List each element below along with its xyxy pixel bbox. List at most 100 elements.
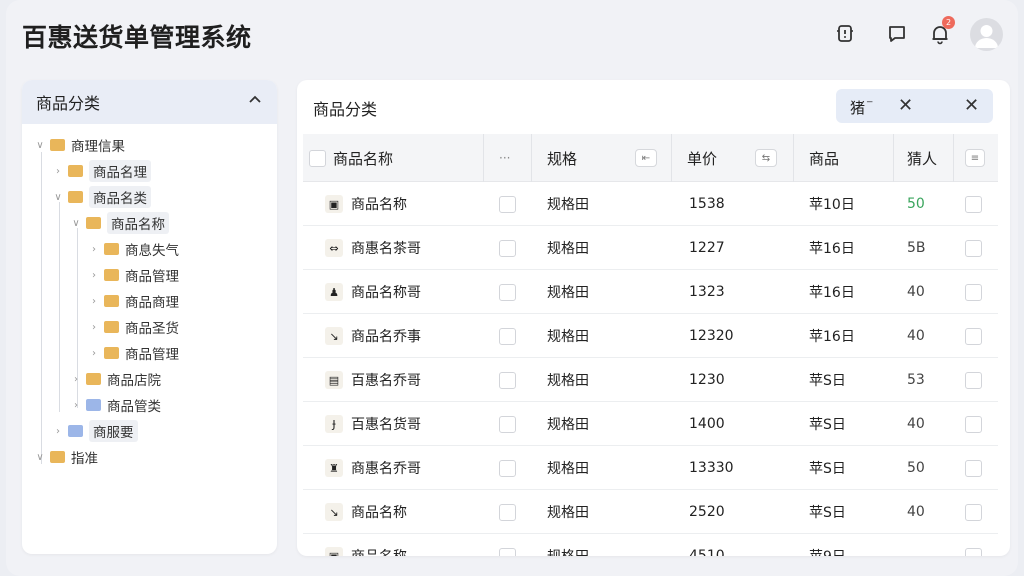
tree-node-label: 商品名称	[107, 212, 169, 234]
sort-spec-icon[interactable]: ⇤	[635, 134, 657, 182]
chevron-down-icon[interactable]: ∨	[34, 140, 46, 151]
category-tree: ∨ 商理信果 › 商品名理 ∨ 商品名类 ∨ 商品名称 › 商息失气 › 商品管理 › 商品商理 › 商品圣货…	[22, 124, 277, 467]
tree-node[interactable]: ∨ 商理信果	[34, 134, 125, 156]
row-checkbox[interactable]	[499, 314, 516, 358]
device-icon[interactable]	[833, 22, 857, 46]
table-row[interactable]: Ɉ 百惠名货哥 规格田 1400 苹S日 40	[303, 402, 998, 446]
product-name-cell: ▤ 百惠名乔哥	[325, 358, 421, 402]
row-checkbox[interactable]	[499, 446, 516, 490]
product-thumbnail-icon: ↘	[325, 327, 343, 345]
col-person[interactable]: 猜人	[907, 134, 937, 182]
bell-icon[interactable]: 2	[928, 16, 955, 46]
chevron-down-icon[interactable]: ∨	[52, 192, 64, 203]
col-more[interactable]: ···	[499, 134, 510, 182]
table-row[interactable]: ↘ 商品名乔事 规格田 12320 苹16日 40	[303, 314, 998, 358]
filter-chip[interactable]: 猪 ⁻ ✕ ✕	[836, 89, 993, 123]
sort-price-icon[interactable]: ⇆	[755, 134, 777, 182]
table-row[interactable]: ♟ 商品名称哥 规格田 1323 苹16日 40	[303, 270, 998, 314]
product-name: 商品名称哥	[351, 285, 421, 301]
folder-icon	[104, 295, 119, 307]
chat-icon[interactable]	[885, 22, 909, 46]
product-name: 商品名称	[351, 197, 407, 213]
tree-node[interactable]: › 商服要	[52, 420, 138, 442]
chevron-right-icon[interactable]: ›	[88, 296, 100, 307]
folder-icon	[86, 399, 101, 411]
table-header: 商品名称 ··· 规格 ⇤ 单价 ⇆ 商品 猜人 ≡	[303, 134, 998, 182]
chevron-up-icon[interactable]	[247, 92, 263, 112]
col-name[interactable]: 商品名称	[333, 134, 393, 182]
tree-node[interactable]: › 商品商理	[88, 290, 179, 312]
folder-icon	[104, 243, 119, 255]
tree-node[interactable]: › 商品管理	[88, 264, 179, 286]
tree-node[interactable]: › 商品管理	[88, 342, 179, 364]
chevron-right-icon[interactable]: ›	[52, 166, 64, 177]
close-icon[interactable]: ✕	[898, 95, 913, 116]
tree-node[interactable]: › 商品圣货	[88, 316, 179, 338]
row-checkbox[interactable]	[499, 358, 516, 402]
tree-node[interactable]: ∨ 商品名类	[52, 186, 151, 208]
table-row[interactable]: ♜ 商惠名乔哥 规格田 13330 苹S日 50	[303, 446, 998, 490]
product-name: 商惠名乔哥	[351, 461, 421, 477]
product-date: 苹S日	[809, 373, 846, 389]
table-body: ▣ 商品名称 规格田 1538 苹10日 50 ⇔ 商惠名茶哥 规格田 1227 苹16日 5B ♟ 商品…	[303, 182, 998, 556]
chevron-right-icon[interactable]: ›	[88, 348, 100, 359]
table-row[interactable]: ⇔ 商惠名茶哥 规格田 1227 苹16日 5B	[303, 226, 998, 270]
product-spec: 规格田	[547, 285, 589, 301]
table-row[interactable]: ▣ 商品名称 规格田 4510 苹9日	[303, 534, 998, 556]
chevron-right-icon[interactable]: ›	[70, 400, 82, 411]
product-name-cell: ▣ 商品名称	[325, 182, 407, 226]
col-product[interactable]: 商品	[809, 134, 839, 182]
row-select-checkbox[interactable]	[965, 490, 982, 534]
row-select-checkbox[interactable]	[965, 182, 982, 226]
col-price[interactable]: 单价	[687, 134, 717, 182]
product-date: 苹S日	[809, 417, 846, 433]
tree-node-label: 商品店院	[107, 373, 161, 389]
row-select-checkbox[interactable]	[965, 226, 982, 270]
row-checkbox[interactable]	[499, 226, 516, 270]
chevron-down-icon[interactable]: ∨	[70, 218, 82, 229]
row-checkbox[interactable]	[499, 270, 516, 314]
row-select-checkbox[interactable]	[965, 358, 982, 402]
product-price: 1227	[689, 240, 725, 256]
chevron-right-icon[interactable]: ›	[52, 426, 64, 437]
chevron-right-icon[interactable]: ›	[88, 270, 100, 281]
table-row[interactable]: ↘ 商品名称 规格田 2520 苹S日 40	[303, 490, 998, 534]
tree-node[interactable]: › 商品名理	[52, 160, 151, 182]
row-checkbox[interactable]	[499, 534, 516, 556]
chevron-right-icon[interactable]: ›	[88, 244, 100, 255]
tree-node[interactable]: › 商品店院	[70, 368, 161, 390]
table-row[interactable]: ▣ 商品名称 规格田 1538 苹10日 50	[303, 182, 998, 226]
tree-node-label: 商品名类	[89, 186, 151, 208]
tree-node[interactable]: › 商品管类	[70, 394, 161, 416]
row-checkbox[interactable]	[499, 402, 516, 446]
app-title: 百惠送货单管理系统	[22, 23, 252, 52]
tree-node[interactable]: ∨ 商品名称	[70, 212, 169, 234]
product-name-cell: Ɉ 百惠名货哥	[325, 402, 421, 446]
avatar[interactable]	[970, 18, 1003, 51]
chevron-right-icon[interactable]: ›	[70, 374, 82, 385]
header: 百惠送货单管理系统 2	[6, 0, 1018, 70]
row-checkbox[interactable]	[499, 182, 516, 226]
row-select-checkbox[interactable]	[965, 270, 982, 314]
filter-cursor-icon: ⁻	[866, 97, 874, 113]
product-spec: 规格田	[547, 461, 589, 477]
tree-node[interactable]: ∨ 指准	[34, 446, 98, 468]
product-spec: 规格田	[547, 417, 589, 433]
clear-filter-icon[interactable]: ✕	[964, 95, 979, 116]
product-date: 苹9日	[809, 534, 846, 556]
row-checkbox[interactable]	[499, 490, 516, 534]
col-spec[interactable]: 规格	[547, 134, 577, 182]
row-select-checkbox[interactable]	[965, 534, 982, 556]
row-select-checkbox[interactable]	[965, 446, 982, 490]
category-panel-header[interactable]: 商品分类	[22, 80, 277, 124]
product-name-cell: ▣ 商品名称	[325, 534, 407, 556]
select-all-checkbox[interactable]	[309, 134, 326, 182]
row-select-checkbox[interactable]	[965, 314, 982, 358]
row-select-checkbox[interactable]	[965, 402, 982, 446]
chevron-down-icon[interactable]: ∨	[34, 452, 46, 463]
tree-node[interactable]: › 商息失气	[88, 238, 179, 260]
table-row[interactable]: ▤ 百惠名乔哥 规格田 1230 苹S日 53	[303, 358, 998, 402]
tree-node-label: 商品管理	[125, 269, 179, 285]
chevron-right-icon[interactable]: ›	[88, 322, 100, 333]
column-settings-icon[interactable]: ≡	[965, 134, 985, 182]
